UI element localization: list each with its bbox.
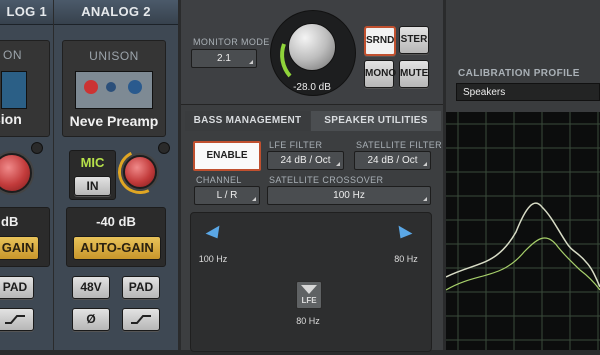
satellite-filter-label: SATELLITE FILTER [356,140,443,150]
channel-name-right: ANALOG 2 [54,0,178,25]
gain-knob-right[interactable] [123,155,157,189]
autogain-button-left[interactable]: GAIN [0,236,39,260]
calibration-profile-dropdown[interactable]: Speakers [456,83,600,101]
mono-button[interactable]: MONO [364,60,396,88]
volume-knob[interactable] [288,23,336,71]
enable-button[interactable]: ENABLE [193,141,261,171]
calibration-graph [445,112,600,350]
gain-display-left: dB GAIN [0,207,50,267]
plugin-thumbnail-left [1,71,27,109]
volume-level: -28.0 dB [293,82,331,93]
lfe-label: LFE [301,296,317,305]
right-speaker-freq: 80 Hz [394,254,418,264]
channel-label: CHANNEL [196,175,242,185]
insert-name-right: Neve Preamp [69,113,159,129]
monitor-mode-label: MONITOR MODE [193,37,270,47]
lfe-speaker-freq: 80 Hz [296,316,320,326]
gain-display-right: -40 dB AUTO-GAIN [66,207,166,267]
calibration-profile-label: CALIBRATION PROFILE [458,68,580,79]
lfe-filter-dropdown[interactable]: 24 dB / Oct [267,151,344,170]
hpf-icon-left [5,315,25,324]
pad-button-left[interactable]: PAD [0,276,34,299]
satellite-filter-dropdown[interactable]: 24 dB / Oct [354,151,431,170]
tab-bass-management[interactable]: BASS MANAGEMENT [185,111,310,131]
channel-name-left: LOG 1 [0,0,53,25]
channel-dropdown[interactable]: L / R [194,186,260,205]
srnd-button[interactable]: SRND [364,26,396,56]
autogain-button-right[interactable]: AUTO-GAIN [73,236,161,260]
left-speaker-freq: 100 Hz [198,254,228,264]
hpf-button-left[interactable] [0,308,34,331]
led-right [158,142,170,154]
monitor-mode-dropdown[interactable]: 2.1 [191,49,257,68]
input-in-button[interactable]: IN [74,176,111,196]
lfe-speaker-icon[interactable]: LFE [296,281,322,309]
mic-label[interactable]: MIC [70,155,115,170]
led-left [31,142,43,154]
gain-value-left: dB [1,214,19,229]
pad-button-right[interactable]: PAD [122,276,160,299]
phantom-48v-button[interactable]: 48V [72,276,110,299]
mute-button[interactable]: MUTE [399,60,429,88]
insert-slot-left[interactable]: ON sion [0,40,50,137]
ster-button[interactable]: STER [399,26,429,54]
phase-button[interactable]: Ø [72,308,110,331]
gain-value-right: -40 dB [96,214,136,229]
hpf-button-right[interactable] [122,308,160,331]
lfe-filter-label: LFE FILTER [269,140,323,150]
mic-in-group: MIC IN [69,150,116,200]
satellite-crossover-dropdown[interactable]: 100 Hz [267,186,431,205]
plugin-thumbnail-right [75,71,153,109]
satellite-crossover-label: SATELLITE CROSSOVER [269,175,384,185]
tab-speaker-utilities[interactable]: SPEAKER UTILITIES [311,111,441,131]
insert-label-right: UNISON [89,49,139,63]
insert-slot-right[interactable]: UNISON Neve Preamp [62,40,166,137]
hpf-icon-right [131,315,151,324]
insert-name-left: sion [0,111,22,127]
insert-label-left: ON [3,48,22,62]
